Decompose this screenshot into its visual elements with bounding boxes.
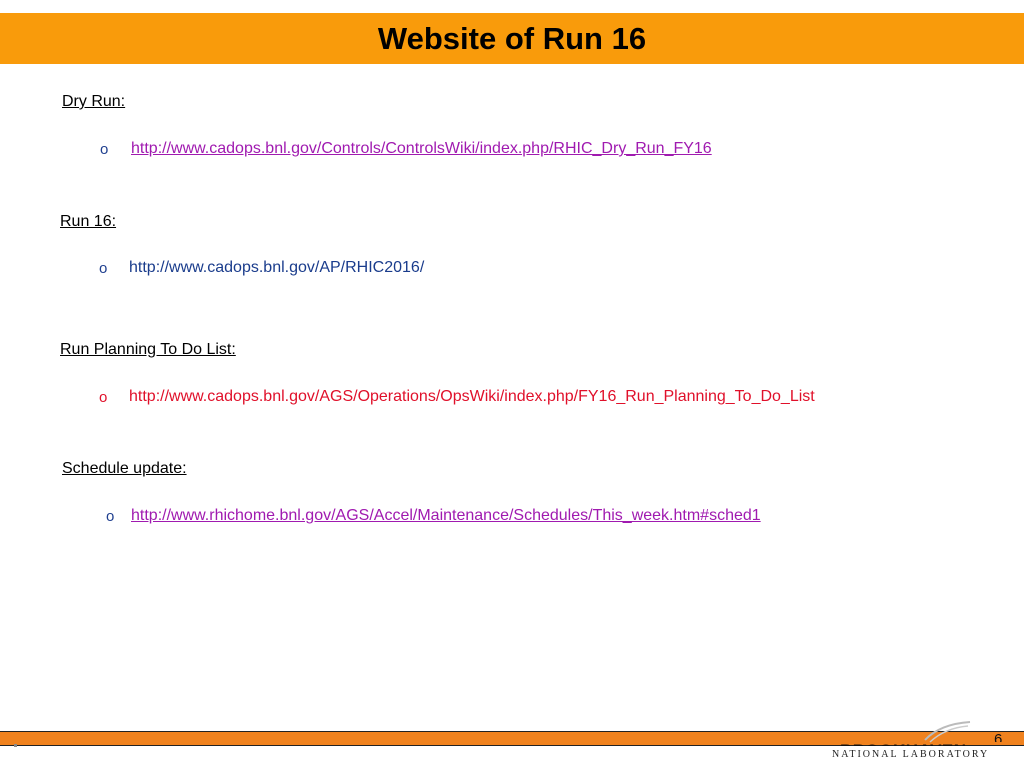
- bullet-icon: o: [100, 141, 109, 158]
- heading-schedule-update: Schedule update:: [62, 460, 187, 477]
- title-bar: Website of Run 16: [0, 13, 1024, 64]
- logo-name: BROOKHAVEN: [840, 741, 970, 746]
- heading-dry-run: Dry Run:: [62, 93, 126, 110]
- link-run-16[interactable]: http://www.cadops.bnl.gov/AP/RHIC2016/: [129, 259, 424, 277]
- heading-run-planning: Run Planning To Do List:: [60, 341, 236, 358]
- footer-mark: [14, 744, 17, 747]
- brookhaven-logo: BROOKHAVEN NATIONAL LABORATORY: [830, 718, 990, 764]
- bullet-icon: o: [99, 389, 108, 406]
- link-run-planning[interactable]: http://www.cadops.bnl.gov/AGS/Operations…: [129, 388, 815, 406]
- link-dry-run[interactable]: http://www.cadops.bnl.gov/Controls/Contr…: [131, 140, 712, 158]
- heading-run-16: Run 16:: [60, 213, 117, 230]
- link-schedule-update[interactable]: http://www.rhichome.bnl.gov/AGS/Accel/Ma…: [131, 507, 761, 525]
- bullet-icon: o: [99, 260, 108, 277]
- logo-subtitle: NATIONAL LABORATORY: [832, 749, 990, 760]
- page-number: 6: [994, 731, 1003, 742]
- slide-title: Website of Run 16: [377, 20, 647, 56]
- bullet-icon: o: [106, 508, 115, 525]
